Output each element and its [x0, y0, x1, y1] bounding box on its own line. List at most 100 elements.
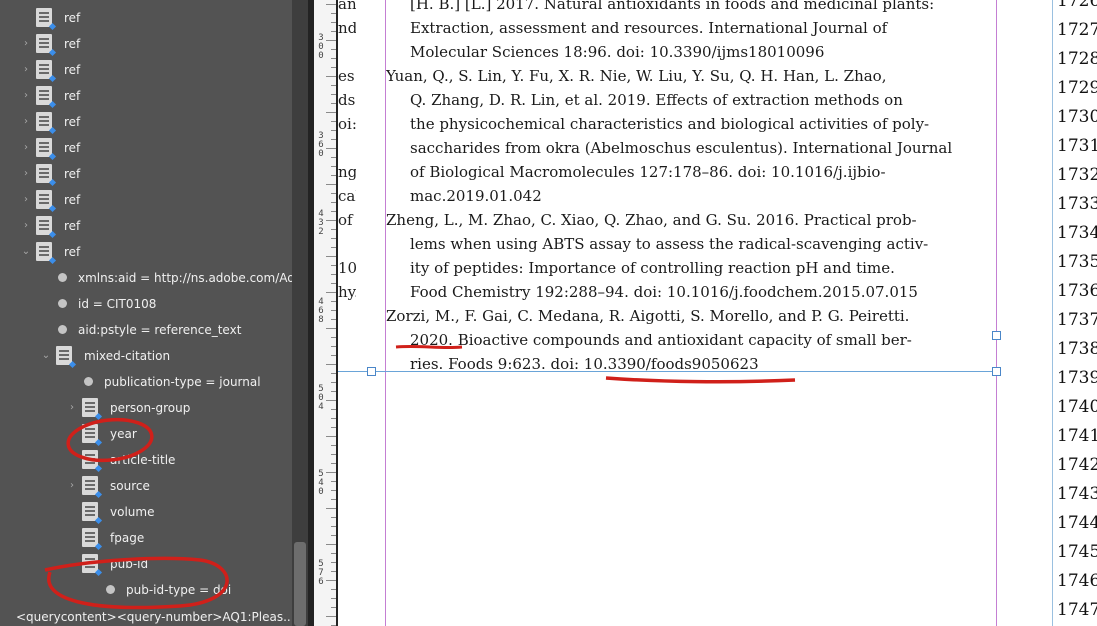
- structure-row-label: ref: [64, 141, 81, 155]
- structure-element-row[interactable]: › ref: [0, 135, 292, 161]
- left-column-fragment: hy.: [338, 283, 356, 301]
- chevron-right-icon[interactable]: ›: [20, 161, 32, 187]
- chevron-right-icon[interactable]: ›: [20, 31, 32, 57]
- structure-element-row[interactable]: ref: [0, 5, 292, 31]
- panel-scrollbar[interactable]: [292, 0, 308, 626]
- chevron-down-icon[interactable]: ⌄: [40, 343, 52, 369]
- structure-attribute-row[interactable]: aid:pstyle = reference_text: [0, 317, 292, 343]
- reference-text-line[interactable]: Q. Zhang, D. R. Lin, et al. 2019. Effect…: [410, 88, 996, 112]
- structure-row-label: pub-id-type = doi: [126, 583, 232, 597]
- frame-handle-bottom-left[interactable]: [367, 367, 376, 376]
- xml-element-icon: [36, 60, 52, 79]
- structure-row-label: mixed-citation: [84, 349, 171, 363]
- reference-text-line[interactable]: saccharides from okra (Abelmoschus escul…: [410, 136, 996, 160]
- chevron-right-icon[interactable]: ›: [20, 213, 32, 239]
- structure-row-label: publication-type = journal: [104, 375, 261, 389]
- reference-text-line[interactable]: Extraction, assessment and resources. In…: [410, 16, 996, 40]
- chevron-right-icon[interactable]: ›: [66, 473, 78, 499]
- structure-element-row[interactable]: ⌄ ref: [0, 239, 292, 265]
- structure-element-row[interactable]: year: [0, 421, 292, 447]
- structure-element-row[interactable]: article-title: [0, 447, 292, 473]
- ruler-tick: [326, 184, 336, 185]
- ruler-tick: [331, 535, 336, 536]
- structure-element-row[interactable]: ⌄ mixed-citation: [0, 343, 292, 369]
- ruler-tick: [331, 499, 336, 500]
- line-number: 1745: [1057, 542, 1097, 562]
- reference-text-line[interactable]: mac.2019.01.042: [410, 184, 996, 208]
- line-number: 1744: [1057, 513, 1097, 533]
- structure-element-row[interactable]: volume: [0, 499, 292, 525]
- reference-text-line[interactable]: [H. B.] [L.] 2017. Natural antioxidants …: [410, 0, 996, 16]
- structure-attribute-row[interactable]: publication-type = journal: [0, 369, 292, 395]
- reference-text-line[interactable]: Molecular Sciences 18:96. doi: 10.3390/i…: [410, 40, 996, 64]
- ruler-tick: [331, 310, 336, 311]
- ruler-tick: [331, 418, 336, 419]
- chevron-down-icon[interactable]: ⌄: [20, 239, 32, 265]
- chevron-right-icon[interactable]: ›: [20, 135, 32, 161]
- chevron-right-icon[interactable]: ›: [20, 187, 32, 213]
- line-number: 1737: [1057, 310, 1097, 330]
- structure-element-row[interactable]: › ref: [0, 213, 292, 239]
- reference-text-line[interactable]: of Biological Macromolecules 127:178–86.…: [410, 160, 996, 184]
- left-column-fragment: es: [338, 67, 355, 85]
- reference-text-line[interactable]: Zheng, L., M. Zhao, C. Xiao, Q. Zhao, an…: [386, 208, 996, 232]
- structure-bottom-row[interactable]: <querycontent><query-number>AQ1:Pleas...…: [16, 604, 292, 626]
- structure-element-row[interactable]: ⌄ pub-id: [0, 551, 292, 577]
- reference-text-line[interactable]: 2020. Bioactive compounds and antioxidan…: [410, 328, 996, 352]
- vertical-ruler: 3 0 0 3 6 0 4 3 2 4 6 8 5 0 4 5 4 0 5 7 6: [314, 0, 336, 626]
- ruler-tick: [331, 337, 336, 338]
- line-number: 1746: [1057, 571, 1097, 591]
- structure-row-label: volume: [110, 505, 155, 519]
- ruler-tick: [331, 598, 336, 599]
- line-number: 1734: [1057, 223, 1097, 243]
- ruler-tick: [331, 265, 336, 266]
- structure-element-row[interactable]: › ref: [0, 187, 292, 213]
- left-column-fragment: ds: [338, 91, 356, 109]
- ruler-tick: [331, 130, 336, 131]
- structure-element-row[interactable]: › person-group: [0, 395, 292, 421]
- structure-element-row[interactable]: › ref: [0, 109, 292, 135]
- ruler-tick: [331, 526, 336, 527]
- structure-element-row[interactable]: › ref: [0, 31, 292, 57]
- ruler-tick: [326, 472, 336, 473]
- structure-row-label: ref: [64, 219, 81, 233]
- chevron-right-icon[interactable]: ›: [66, 395, 78, 421]
- reference-text-line[interactable]: Yuan, Q., S. Lin, Y. Fu, X. R. Nie, W. L…: [386, 64, 996, 88]
- chevron-down-icon[interactable]: ⌄: [66, 551, 78, 577]
- left-column-fragment: of: [338, 211, 353, 229]
- chevron-right-icon[interactable]: ›: [20, 109, 32, 135]
- structure-element-row[interactable]: › ref: [0, 161, 292, 187]
- document-page: ant nd es ds oi: ng cal of 10. hy. [H. B.] [L.] 2…: [338, 0, 1052, 626]
- reference-text-line[interactable]: Food Chemistry 192:288–94. doi: 10.1016/…: [410, 280, 996, 304]
- panel-scrollbar-thumb[interactable]: [294, 542, 306, 626]
- line-number: 1747: [1057, 600, 1097, 620]
- xml-element-icon: [36, 34, 52, 53]
- ruler-tick: [326, 616, 336, 617]
- reference-text-line[interactable]: lems when using ABTS assay to assess the…: [410, 232, 996, 256]
- column-guide-right: [996, 0, 997, 626]
- chevron-right-icon[interactable]: ›: [20, 57, 32, 83]
- reference-text-line[interactable]: the physicochemical characteristics and …: [410, 112, 996, 136]
- chevron-right-icon[interactable]: ›: [20, 83, 32, 109]
- structure-row-label: ref: [64, 63, 81, 77]
- structure-attribute-row[interactable]: pub-id-type = doi: [0, 577, 292, 603]
- reference-text-line[interactable]: Zorzi, M., F. Gai, C. Medana, R. Aigotti…: [386, 304, 996, 328]
- structure-panel: ref › ref › ref › ref › ref › ref › ref › ref › ref ⌄ ref x…: [0, 0, 308, 626]
- ruler-tick: [331, 49, 336, 50]
- ruler-tick: [331, 319, 336, 320]
- reference-text-line[interactable]: ity of peptides: Importance of controlli…: [410, 256, 996, 280]
- structure-element-row[interactable]: › ref: [0, 57, 292, 83]
- structure-attribute-row[interactable]: xmlns:aid = http://ns.adobe.com/AdobeInD…: [0, 265, 308, 291]
- structure-element-row[interactable]: › source: [0, 473, 292, 499]
- line-number: 1736: [1057, 281, 1097, 301]
- reference-text-line[interactable]: ries. Foods 9:623. doi: 10.3390/foods905…: [410, 352, 996, 376]
- ruler-tick: [326, 544, 336, 545]
- structure-element-row[interactable]: › ref: [0, 83, 292, 109]
- line-number-column: 1726 1727 1728 1729 1730 1731 1732 1733 1734 1735…: [1052, 0, 1097, 626]
- ruler-tick: [331, 247, 336, 248]
- structure-element-row[interactable]: fpage: [0, 525, 292, 551]
- structure-attribute-row[interactable]: id = CIT0108: [0, 291, 292, 317]
- ruler-tick: [331, 445, 336, 446]
- line-number: 1728: [1057, 49, 1097, 69]
- attribute-bullet-icon: [58, 299, 67, 308]
